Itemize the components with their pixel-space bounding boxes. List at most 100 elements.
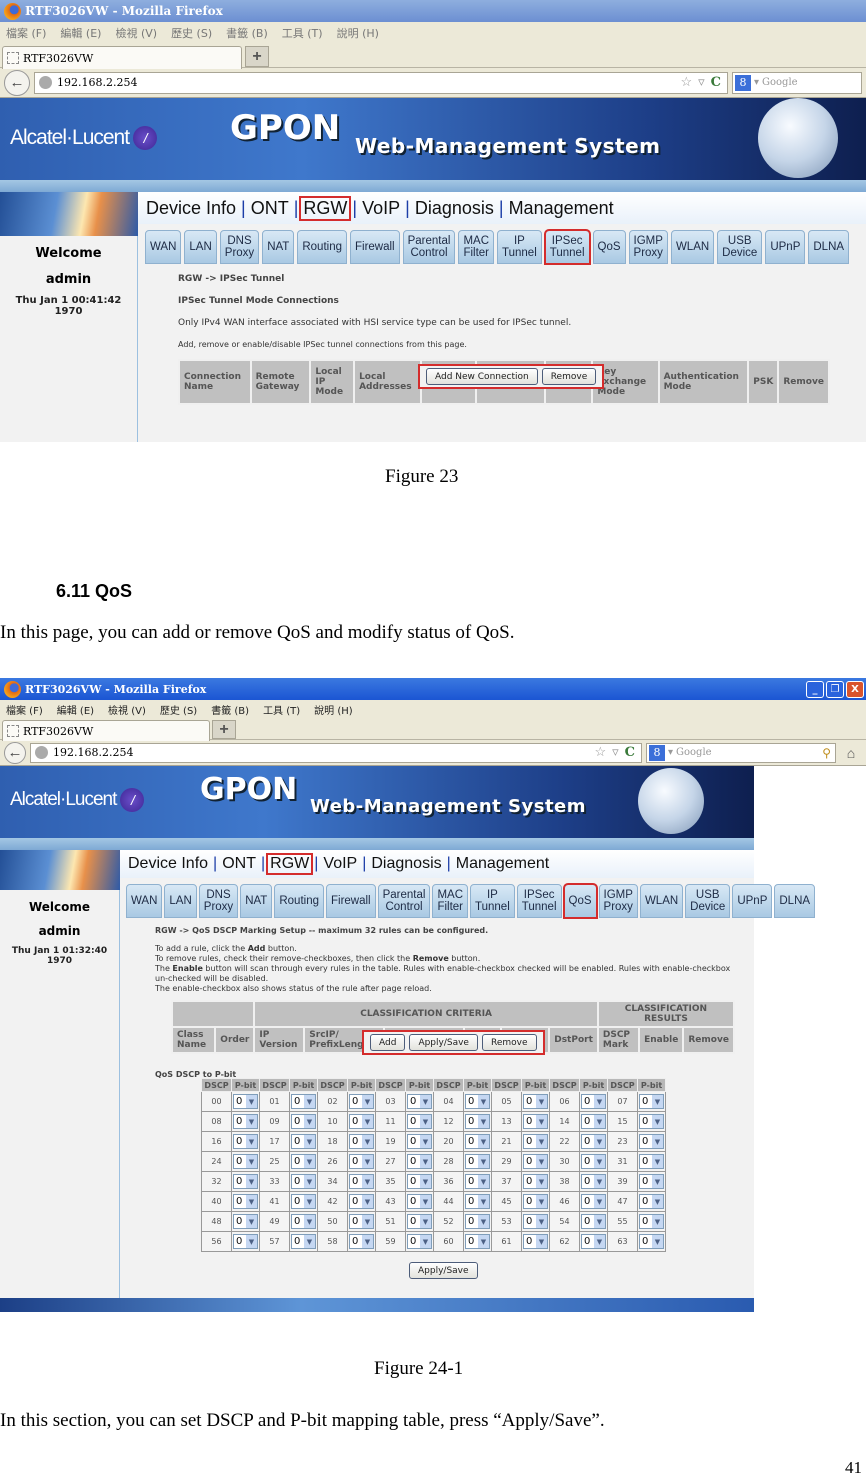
pbit-select[interactable]: 0 ▼ — [349, 1194, 374, 1209]
pbit-select[interactable]: 0 ▼ — [291, 1174, 316, 1189]
menu-item[interactable]: 檔案 (F) — [6, 702, 43, 717]
menu-item[interactable]: 編輯 (E) — [60, 25, 101, 41]
top-nav-rgw[interactable]: RGW — [299, 195, 352, 221]
pbit-select[interactable]: 0 ▼ — [523, 1174, 548, 1189]
pbit-select[interactable]: 0 ▼ — [349, 1134, 374, 1149]
sub-tab-nat[interactable]: NAT — [240, 884, 273, 918]
pbit-select[interactable]: 0 ▼ — [581, 1154, 606, 1169]
pbit-select[interactable]: 0 ▼ — [291, 1134, 316, 1149]
pbit-select[interactable]: 0 ▼ — [233, 1134, 258, 1149]
minimize-button[interactable]: _ — [806, 680, 824, 698]
pbit-select[interactable]: 0 ▼ — [407, 1214, 432, 1229]
apply-save-bottom-button[interactable]: Apply/Save — [409, 1262, 478, 1279]
pbit-select[interactable]: 0 ▼ — [581, 1234, 606, 1249]
pbit-select[interactable]: 0 ▼ — [407, 1194, 432, 1209]
sub-tab-igmp-proxy[interactable]: IGMP Proxy — [628, 230, 668, 264]
menu-item[interactable]: 說明 (H) — [337, 25, 379, 41]
pbit-select[interactable]: 0 ▼ — [639, 1214, 664, 1229]
sub-tab-wan[interactable]: WAN — [145, 230, 182, 264]
remove-button[interactable]: Remove — [541, 368, 597, 385]
sub-tab-ipsec-tunnel[interactable]: IPSec Tunnel — [516, 884, 562, 918]
search-bar[interactable]: 8 ▾ Google — [732, 71, 862, 94]
sub-tab-firewall[interactable]: Firewall — [325, 884, 376, 918]
sub-tab-nat[interactable]: NAT — [262, 230, 295, 264]
top-nav-device-info[interactable]: Device Info — [144, 198, 238, 219]
dropdown-arrow-icon[interactable]: ▿ — [612, 745, 619, 760]
sub-tab-upnp[interactable]: UPnP — [732, 884, 773, 918]
sub-tab-ip-tunnel[interactable]: IP Tunnel — [497, 230, 542, 264]
pbit-select[interactable]: 0 ▼ — [523, 1094, 548, 1109]
sub-tab-wan[interactable]: WAN — [126, 884, 163, 918]
pbit-select[interactable]: 0 ▼ — [639, 1234, 664, 1249]
pbit-select[interactable]: 0 ▼ — [639, 1094, 664, 1109]
back-arrow-icon[interactable]: ← — [4, 69, 30, 96]
sub-tab-dns-proxy[interactable]: DNS Proxy — [198, 884, 239, 918]
pbit-select[interactable]: 0 ▼ — [233, 1234, 258, 1249]
top-nav-device-info[interactable]: Device Info — [126, 855, 210, 873]
pbit-select[interactable]: 0 ▼ — [581, 1194, 606, 1209]
pbit-select[interactable]: 0 ▼ — [233, 1094, 258, 1109]
pbit-select[interactable]: 0 ▼ — [291, 1094, 316, 1109]
reload-icon[interactable]: C — [711, 75, 721, 90]
sub-tab-ipsec-tunnel[interactable]: IPSec Tunnel — [543, 229, 591, 265]
sub-tab-upnp[interactable]: UPnP — [765, 230, 806, 264]
pbit-select[interactable]: 0 ▼ — [233, 1154, 258, 1169]
dropdown-arrow-icon[interactable]: ▿ — [698, 75, 705, 90]
sub-tab-routing[interactable]: Routing — [297, 230, 347, 264]
sub-tab-qos[interactable]: QoS — [592, 230, 626, 264]
pbit-select[interactable]: 0 ▼ — [233, 1114, 258, 1129]
pbit-select[interactable]: 0 ▼ — [349, 1174, 374, 1189]
remove-button[interactable]: Remove — [481, 1034, 537, 1051]
menu-item[interactable]: 說明 (H) — [314, 702, 353, 717]
sub-tab-qos[interactable]: QoS — [562, 883, 598, 919]
menu-item[interactable]: 書籤 (B) — [211, 702, 249, 717]
pbit-select[interactable]: 0 ▼ — [349, 1094, 374, 1109]
sub-tab-dns-proxy[interactable]: DNS Proxy — [219, 230, 260, 264]
search-icon[interactable]: ⚲ — [822, 746, 831, 760]
pbit-select[interactable]: 0 ▼ — [581, 1114, 606, 1129]
pbit-select[interactable]: 0 ▼ — [465, 1114, 490, 1129]
pbit-select[interactable]: 0 ▼ — [407, 1134, 432, 1149]
apply-save-button[interactable]: Apply/Save — [409, 1034, 478, 1051]
pbit-select[interactable]: 0 ▼ — [581, 1094, 606, 1109]
pbit-select[interactable]: 0 ▼ — [407, 1234, 432, 1249]
pbit-select[interactable]: 0 ▼ — [523, 1214, 548, 1229]
new-tab-button[interactable]: + — [245, 46, 269, 67]
sub-tab-mac-filter[interactable]: MAC Filter — [458, 230, 495, 264]
menu-item[interactable]: 工具 (T) — [282, 25, 323, 41]
url-bar[interactable]: 192.168.2.254 ☆ ▿ C — [30, 742, 642, 763]
menu-item[interactable]: 歷史 (S) — [160, 702, 197, 717]
pbit-select[interactable]: 0 ▼ — [291, 1214, 316, 1229]
sub-tab-firewall[interactable]: Firewall — [349, 230, 400, 264]
pbit-select[interactable]: 0 ▼ — [291, 1194, 316, 1209]
menu-item[interactable]: 檢視 (V) — [108, 702, 146, 717]
pbit-select[interactable]: 0 ▼ — [291, 1114, 316, 1129]
reload-icon[interactable]: C — [625, 745, 635, 760]
pbit-select[interactable]: 0 ▼ — [465, 1094, 490, 1109]
home-icon[interactable]: ⌂ — [840, 745, 862, 761]
sub-tab-wlan[interactable]: WLAN — [670, 230, 715, 264]
url-bar[interactable]: 192.168.2.254 ☆ ▿ C — [34, 71, 728, 94]
top-nav-diagnosis[interactable]: Diagnosis — [413, 198, 496, 219]
pbit-select[interactable]: 0 ▼ — [639, 1134, 664, 1149]
menu-item[interactable]: 檢視 (V) — [115, 25, 157, 41]
pbit-select[interactable]: 0 ▼ — [581, 1174, 606, 1189]
sub-tab-igmp-proxy[interactable]: IGMP Proxy — [598, 884, 638, 918]
pbit-select[interactable]: 0 ▼ — [465, 1174, 490, 1189]
pbit-select[interactable]: 0 ▼ — [639, 1114, 664, 1129]
top-nav-voip[interactable]: VoIP — [360, 198, 402, 219]
back-arrow-icon[interactable]: ← — [4, 741, 26, 764]
pbit-select[interactable]: 0 ▼ — [407, 1154, 432, 1169]
bookmark-star-icon[interactable]: ☆ — [680, 75, 692, 90]
pbit-select[interactable]: 0 ▼ — [465, 1154, 490, 1169]
sub-tab-dlna[interactable]: DLNA — [774, 884, 816, 918]
sub-tab-mac-filter[interactable]: MAC Filter — [432, 884, 469, 918]
sub-tab-dlna[interactable]: DLNA — [808, 230, 850, 264]
top-nav-management[interactable]: Management — [507, 198, 616, 219]
top-nav-diagnosis[interactable]: Diagnosis — [369, 855, 443, 873]
pbit-select[interactable]: 0 ▼ — [639, 1194, 664, 1209]
sub-tab-parental-control[interactable]: Parental Control — [402, 230, 456, 264]
sub-tab-wlan[interactable]: WLAN — [639, 884, 684, 918]
menu-item[interactable]: 歷史 (S) — [171, 25, 212, 41]
maximize-button[interactable]: ❐ — [826, 680, 844, 698]
